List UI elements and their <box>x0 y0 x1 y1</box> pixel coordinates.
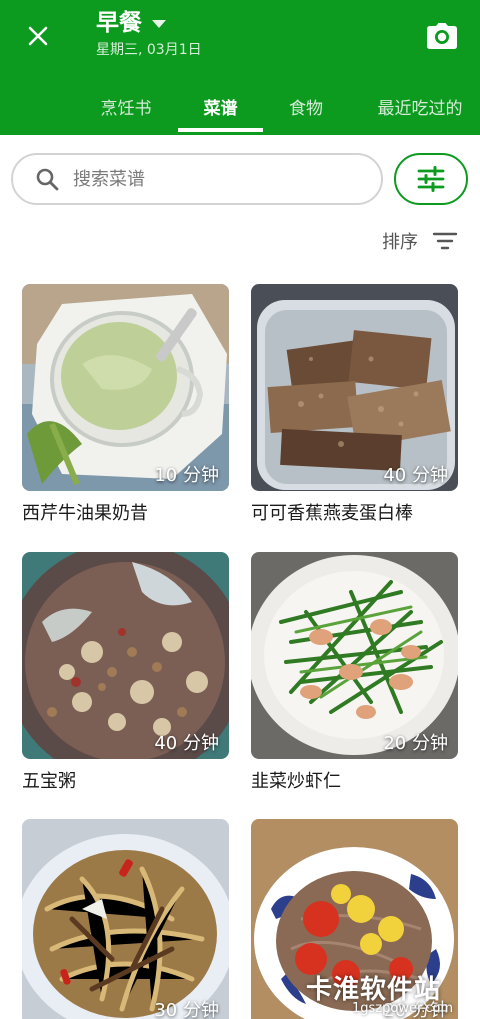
recipe-card[interactable]: 40 分钟 可可香蕉燕麦蛋白棒 <box>251 284 458 527</box>
tab-foods[interactable]: 食物 <box>268 78 344 135</box>
recipe-card[interactable]: 30 分钟 <box>22 819 229 1019</box>
sort-control[interactable]: 排序 <box>382 228 458 254</box>
camera-button[interactable] <box>424 18 460 54</box>
meal-date: 星期三, 03月1日 <box>96 42 202 58</box>
cook-time: 20 分钟 <box>383 733 448 754</box>
recipe-image: 40 分钟 <box>22 552 229 759</box>
tab-cookbook[interactable]: 烹饪书 <box>78 78 174 135</box>
meal-selector[interactable]: 早餐 星期三, 03月1日 <box>96 8 202 60</box>
app-bar: 早餐 星期三, 03月1日 烹饪书 菜谱 食物 最近吃过的 <box>0 0 480 135</box>
watermark-url: 1gszpower.com <box>352 1001 454 1016</box>
recipe-image: 20 分钟 <box>251 552 458 759</box>
filter-sliders-icon <box>417 166 445 192</box>
tab-recently-eaten[interactable]: 最近吃过的 <box>362 78 478 135</box>
recipe-card[interactable]: 40 分钟 五宝粥 <box>22 552 229 795</box>
search-input[interactable] <box>73 168 353 190</box>
sort-icon <box>432 232 458 250</box>
search-bar <box>11 153 383 205</box>
recipe-image: 40 分钟 <box>251 284 458 491</box>
recipe-card[interactable]: 10 分钟 西芹牛油果奶昔 <box>22 284 229 527</box>
meal-title: 早餐 <box>96 10 142 36</box>
cook-time: 40 分钟 <box>383 465 448 486</box>
cook-time: 40 分钟 <box>154 733 219 754</box>
recipe-card[interactable]: 20 分钟 韭菜炒虾仁 <box>251 552 458 795</box>
sort-label: 排序 <box>382 232 418 253</box>
watermark: 卡淮软件站 1gszpower.com <box>306 967 466 1019</box>
recipe-image: 30 分钟 <box>22 819 229 1019</box>
recipe-image: 10 分钟 <box>22 284 229 491</box>
cook-time: 10 分钟 <box>154 465 219 486</box>
tab-indicator <box>178 128 263 132</box>
recipe-title: 西芹牛油果奶昔 <box>22 503 148 524</box>
filter-button[interactable] <box>394 153 468 205</box>
dropdown-caret-icon <box>152 20 166 28</box>
cook-time: 30 分钟 <box>154 1000 219 1019</box>
search-icon <box>36 168 59 191</box>
recipe-title: 五宝粥 <box>22 771 76 792</box>
camera-icon <box>427 23 457 49</box>
tab-recipes[interactable]: 菜谱 <box>178 78 263 135</box>
close-button[interactable] <box>20 18 56 54</box>
tab-bar: 烹饪书 菜谱 食物 最近吃过的 <box>0 78 480 135</box>
recipe-title: 可可香蕉燕麦蛋白棒 <box>251 503 413 524</box>
close-icon <box>28 26 48 46</box>
recipe-title: 韭菜炒虾仁 <box>251 771 341 792</box>
